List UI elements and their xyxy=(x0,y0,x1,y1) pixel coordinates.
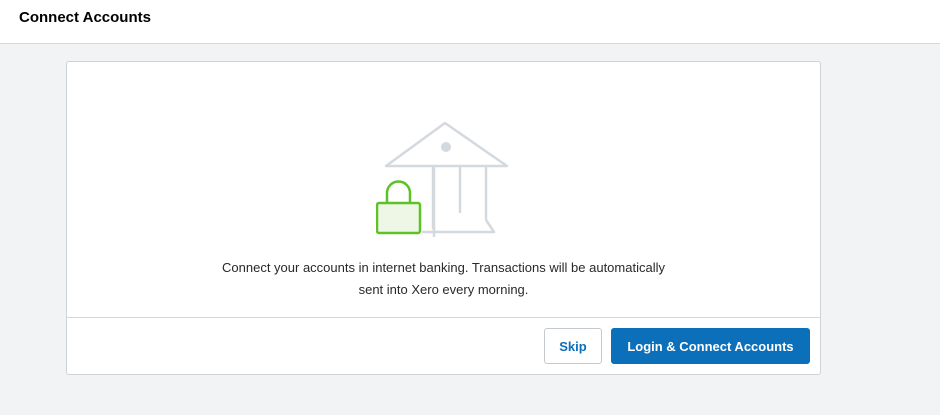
login-connect-accounts-button[interactable]: Login & Connect Accounts xyxy=(611,328,810,364)
connect-accounts-card: Connect your accounts in internet bankin… xyxy=(66,61,821,375)
top-bar: Connect Accounts xyxy=(0,0,940,44)
description-line-2: sent into Xero every morning. xyxy=(358,282,529,297)
padlock-icon xyxy=(375,180,422,235)
bank-lock-illustration xyxy=(375,117,516,270)
bank-icon xyxy=(375,121,509,270)
card-footer-divider xyxy=(67,317,820,318)
connect-description: Connect your accounts in internet bankin… xyxy=(67,257,820,301)
skip-button[interactable]: Skip xyxy=(544,328,602,364)
page-title: Connect Accounts xyxy=(19,9,151,26)
description-line-1: Connect your accounts in internet bankin… xyxy=(222,260,665,275)
